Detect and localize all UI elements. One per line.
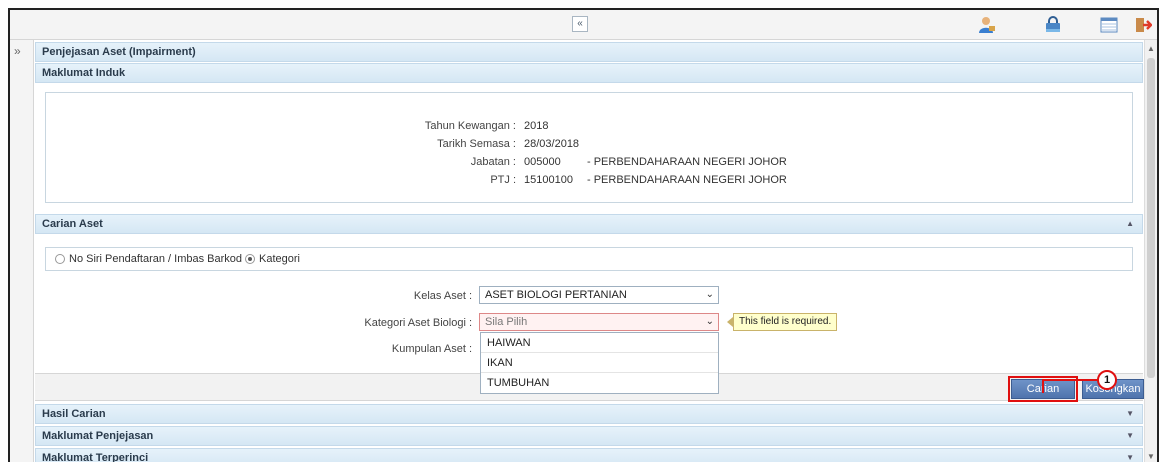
chevron-down-icon[interactable]: ▼ [1126, 449, 1134, 462]
kategori-dropdown-list: HAIWAN IKAN TUMBUHAN [480, 332, 719, 394]
dropdown-option-tumbuhan[interactable]: TUMBUHAN [481, 373, 718, 393]
maklumat-terperinci-title: Maklumat Terperinci [42, 452, 149, 462]
table-icon[interactable] [1100, 16, 1118, 34]
main-content: Penjejasan Aset (Impairment) Maklumat In… [35, 40, 1144, 462]
vertical-scrollbar[interactable]: ▲ ▼ [1144, 40, 1157, 462]
chevron-down-icon[interactable]: ▼ [1126, 427, 1134, 445]
maklumat-penjejasan-header[interactable]: Maklumat Penjejasan ▼ [35, 426, 1143, 446]
carian-aset-header[interactable]: Carian Aset ▲ [35, 214, 1143, 234]
collapse-top-button[interactable]: « [572, 16, 588, 32]
expand-left-button[interactable]: » [14, 44, 21, 58]
kelas-aset-label: Kelas Aset : [413, 290, 472, 302]
ptj-label: PTJ : [490, 174, 516, 186]
chevron-up-icon[interactable]: ▲ [1126, 215, 1134, 233]
kumpulan-aset-label: Kumpulan Aset : [391, 343, 472, 355]
jabatan-value: 005000 [524, 156, 561, 168]
callout-line-vertical [1042, 379, 1044, 393]
maklumat-penjejasan-title: Maklumat Penjejasan [42, 430, 154, 442]
tahun-kewangan-value: 2018 [524, 120, 549, 132]
radio-no-siri[interactable] [55, 254, 65, 264]
chevron-down-icon: ⌄ [705, 289, 714, 300]
tahun-kewangan-label: Tahun Kewangan : [424, 120, 516, 132]
dropdown-option-haiwan[interactable]: HAIWAN [481, 333, 718, 353]
hasil-carian-title: Hasil Carian [42, 408, 106, 420]
kelas-aset-value: ASET BIOLOGI PERTANIAN [485, 289, 627, 301]
top-toolbar: « [10, 10, 1157, 40]
jabatan-label: Jabatan : [470, 156, 516, 168]
kelas-aset-select[interactable]: ASET BIOLOGI PERTANIAN ⌄ [479, 286, 719, 304]
scroll-down-icon[interactable]: ▼ [1147, 452, 1155, 461]
ptj-desc: - PERBENDAHARAAN NEGERI JOHOR [587, 174, 787, 186]
tarikh-semasa-value: 28/03/2018 [524, 138, 580, 150]
exit-icon[interactable] [1134, 16, 1152, 34]
dropdown-option-ikan[interactable]: IKAN [481, 353, 718, 373]
kategori-aset-placeholder: Sila Pilih [485, 316, 528, 328]
scroll-up-icon[interactable]: ▲ [1147, 44, 1155, 53]
radio-no-siri-label: No Siri Pendaftaran / Imbas Barkod [69, 253, 243, 265]
kategori-aset-label: Kategori Aset Biologi : [364, 317, 472, 329]
carian-aset-title: Carian Aset [42, 218, 103, 230]
chevron-down-icon[interactable]: ▼ [1126, 405, 1134, 423]
maklumat-terperinci-header[interactable]: Maklumat Terperinci ▼ [35, 448, 1143, 462]
maklumat-induk-header[interactable]: Maklumat Induk [35, 63, 1143, 83]
search-mode-panel: No Siri Pendaftaran / Imbas Barkod Kateg… [45, 247, 1133, 271]
lock-icon[interactable] [1044, 16, 1062, 34]
app-frame: « » Penjejasan Aset (Impairment) Makluma… [8, 8, 1159, 462]
maklumat-induk-panel: Tahun Kewangan : 2018 Tarikh Semasa : 28… [45, 92, 1133, 203]
required-tooltip: This field is required. [726, 313, 838, 331]
page-title: Penjejasan Aset (Impairment) [35, 42, 1143, 62]
kategori-aset-select[interactable]: Sila Pilih ⌄ [479, 313, 719, 331]
callout-badge: 1 [1097, 370, 1117, 390]
jabatan-desc: - PERBENDAHARAAN NEGERI JOHOR [587, 156, 787, 168]
tarikh-semasa-label: Tarikh Semasa : [437, 138, 516, 150]
hasil-carian-header[interactable]: Hasil Carian ▼ [35, 404, 1143, 424]
scroll-thumb[interactable] [1147, 58, 1155, 378]
callout-line [1042, 379, 1098, 381]
ptj-value: 15100100 [524, 174, 573, 186]
chevron-down-icon: ⌄ [705, 316, 714, 327]
radio-kategori-label: Kategori [259, 253, 300, 265]
user-icon[interactable] [978, 16, 996, 34]
left-nav-strip: » [10, 40, 34, 462]
radio-kategori[interactable] [245, 254, 255, 264]
